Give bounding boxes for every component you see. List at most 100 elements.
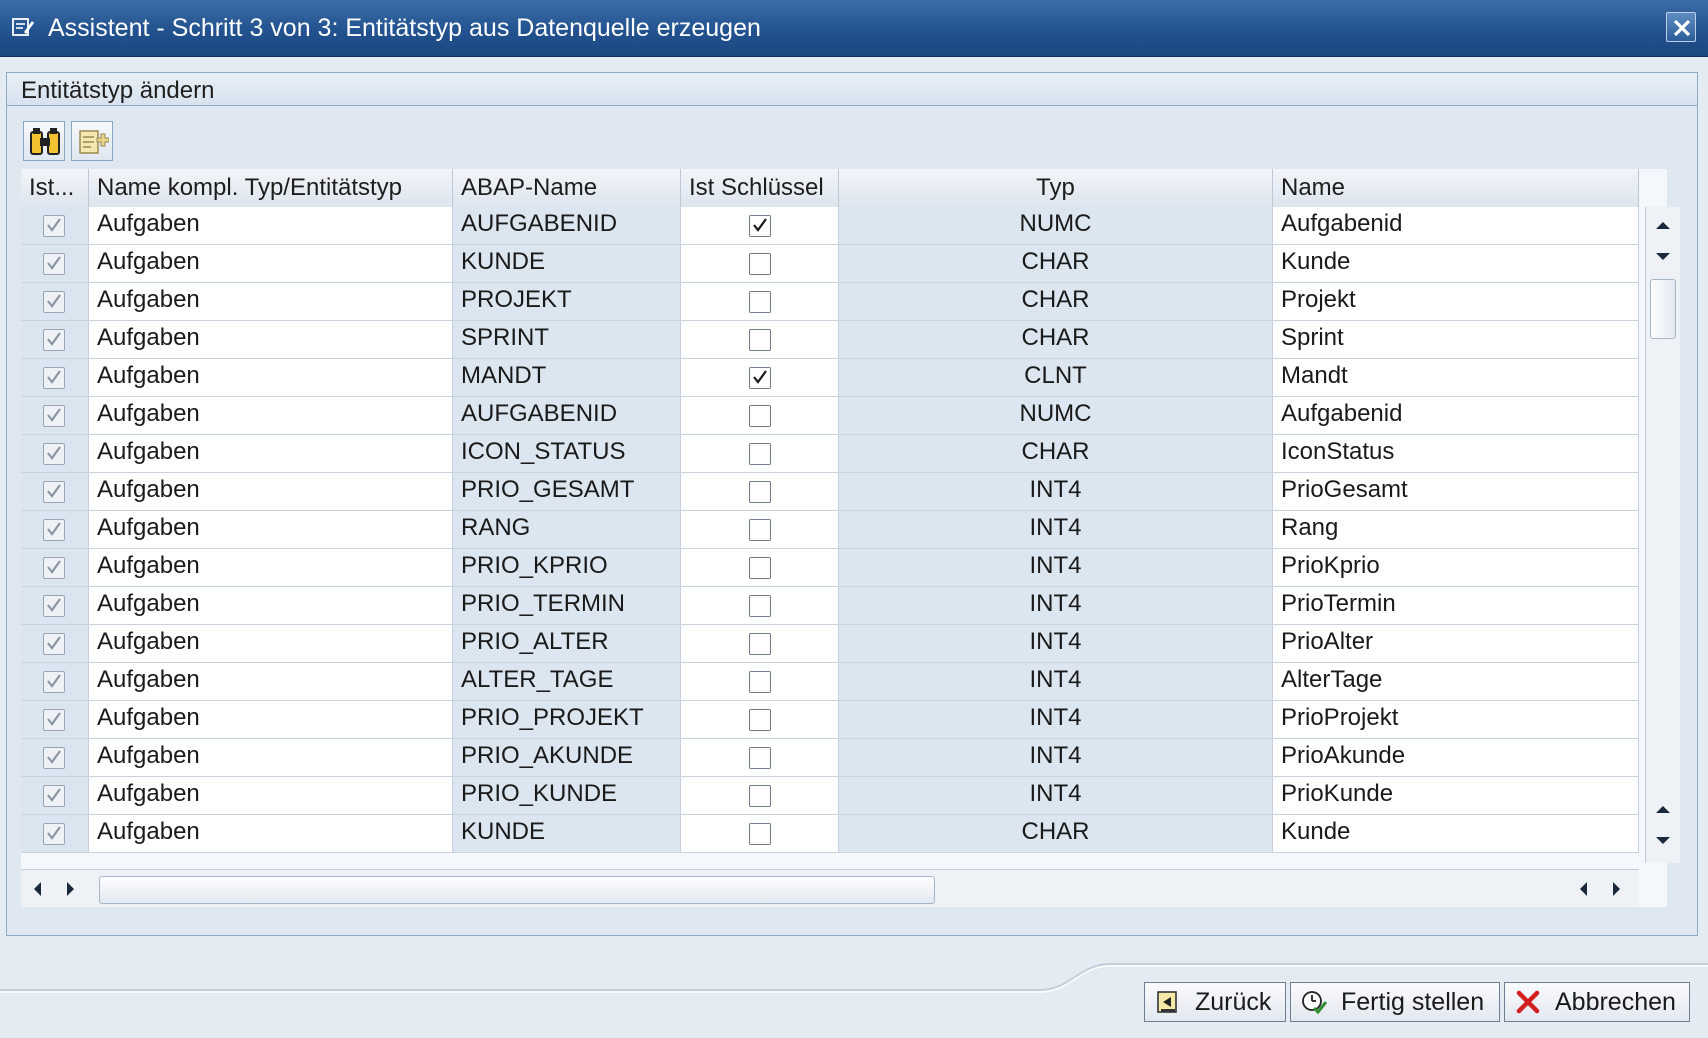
arrow-down-icon: [1656, 253, 1670, 260]
is-key-checkbox[interactable]: [749, 557, 771, 579]
table-row[interactable]: Aufgaben AUFGABENID NUMC Aufgabenid: [21, 397, 1639, 435]
scroll-down-button[interactable]: [1648, 243, 1678, 273]
is-key-checkbox[interactable]: [749, 671, 771, 693]
checkmark-icon: [47, 522, 61, 536]
table-row[interactable]: Aufgaben RANG INT4 Rang: [21, 511, 1639, 549]
table-row[interactable]: Aufgaben AUFGABENID NUMC Aufgabenid: [21, 207, 1639, 245]
checkmark-icon: [47, 598, 61, 612]
cell-type: NUMC: [839, 207, 1273, 244]
scroll-far-right-button[interactable]: [1603, 874, 1633, 904]
is-key-checkbox[interactable]: [749, 785, 771, 807]
checkmark-icon: [47, 826, 61, 840]
cell-entity-name: Aufgaben: [89, 511, 453, 548]
find-button[interactable]: [23, 121, 65, 161]
cell-entity-name: Aufgaben: [89, 397, 453, 434]
table-row[interactable]: Aufgaben PRIO_KPRIO INT4 PrioKprio: [21, 549, 1639, 587]
is-key-checkbox[interactable]: [749, 291, 771, 313]
entity-type-group: Entitätstyp ändern Ist... Name kompl. Ty…: [6, 72, 1698, 936]
arrow-left-icon: [1580, 882, 1587, 896]
cancel-button[interactable]: Abbrechen: [1504, 982, 1690, 1022]
ist-checkbox: [43, 481, 65, 503]
horizontal-scroll-thumb[interactable]: [99, 876, 935, 904]
scroll-page-down-button[interactable]: [1648, 827, 1678, 857]
is-key-checkbox[interactable]: [749, 633, 771, 655]
add-field-button[interactable]: [71, 121, 113, 161]
column-header-ist[interactable]: Ist...: [21, 169, 89, 207]
cell-ist: [21, 587, 89, 624]
close-icon: [1673, 19, 1691, 37]
table-row[interactable]: Aufgaben PROJEKT CHAR Projekt: [21, 283, 1639, 321]
cell-abap-name: RANG: [453, 511, 681, 548]
vertical-scroll-thumb[interactable]: [1650, 279, 1676, 339]
checkmark-icon: [47, 560, 61, 574]
cell-name: Rang: [1273, 511, 1639, 548]
column-header-type[interactable]: Typ: [839, 169, 1273, 207]
cell-is-key: [681, 587, 839, 624]
cell-name: Aufgabenid: [1273, 397, 1639, 434]
is-key-checkbox[interactable]: [749, 519, 771, 541]
cell-name: PrioGesamt: [1273, 473, 1639, 510]
table-row[interactable]: Aufgaben SPRINT CHAR Sprint: [21, 321, 1639, 359]
cell-type: INT4: [839, 587, 1273, 624]
cell-is-key: [681, 283, 839, 320]
cell-ist: [21, 397, 89, 434]
scroll-up-button[interactable]: [1648, 211, 1678, 241]
vertical-scrollbar[interactable]: [1645, 207, 1680, 863]
cell-is-key: [681, 245, 839, 282]
close-button[interactable]: [1666, 12, 1696, 42]
is-key-checkbox[interactable]: [749, 329, 771, 351]
is-key-checkbox[interactable]: [749, 823, 771, 845]
is-key-checkbox[interactable]: [749, 405, 771, 427]
cell-type: CHAR: [839, 321, 1273, 358]
arrow-right-icon: [1613, 882, 1620, 896]
table-row[interactable]: Aufgaben PRIO_AKUNDE INT4 PrioAkunde: [21, 739, 1639, 777]
is-key-checkbox[interactable]: [749, 443, 771, 465]
is-key-checkbox[interactable]: [749, 215, 771, 237]
column-header-abap-name[interactable]: ABAP-Name: [453, 169, 681, 207]
cell-type: INT4: [839, 739, 1273, 776]
table-header: Ist... Name kompl. Typ/Entitätstyp ABAP-…: [21, 169, 1639, 208]
scroll-page-up-button[interactable]: [1648, 795, 1678, 825]
cell-abap-name: AUFGABENID: [453, 207, 681, 244]
table-row[interactable]: Aufgaben KUNDE CHAR Kunde: [21, 245, 1639, 283]
cell-is-key: [681, 473, 839, 510]
horizontal-scrollbar[interactable]: [21, 869, 1639, 906]
column-header-entity-name[interactable]: Name kompl. Typ/Entitätstyp: [89, 169, 453, 207]
is-key-checkbox[interactable]: [749, 367, 771, 389]
finish-button[interactable]: Fertig stellen: [1290, 982, 1500, 1022]
table-row[interactable]: Aufgaben MANDT CLNT Mandt: [21, 359, 1639, 397]
cell-ist: [21, 663, 89, 700]
is-key-checkbox[interactable]: [749, 747, 771, 769]
is-key-checkbox[interactable]: [749, 595, 771, 617]
table-row[interactable]: Aufgaben PRIO_GESAMT INT4 PrioGesamt: [21, 473, 1639, 511]
is-key-checkbox[interactable]: [749, 481, 771, 503]
is-key-checkbox[interactable]: [749, 253, 771, 275]
back-button[interactable]: Zurück: [1144, 982, 1286, 1022]
cell-type: INT4: [839, 511, 1273, 548]
cell-entity-name: Aufgaben: [89, 625, 453, 662]
column-header-name[interactable]: Name: [1273, 169, 1639, 207]
back-icon: [1157, 991, 1177, 1013]
ist-checkbox: [43, 405, 65, 427]
table-row[interactable]: Aufgaben PRIO_KUNDE INT4 PrioKunde: [21, 777, 1639, 815]
cell-type: CLNT: [839, 359, 1273, 396]
cell-abap-name: PRIO_KPRIO: [453, 549, 681, 586]
cell-name: AlterTage: [1273, 663, 1639, 700]
table-row[interactable]: Aufgaben KUNDE CHAR Kunde: [21, 815, 1639, 853]
table-row[interactable]: Aufgaben ALTER_TAGE INT4 AlterTage: [21, 663, 1639, 701]
scroll-right-button[interactable]: [57, 874, 87, 904]
table-row[interactable]: Aufgaben PRIO_TERMIN INT4 PrioTermin: [21, 587, 1639, 625]
cell-abap-name: PRIO_KUNDE: [453, 777, 681, 814]
checkmark-icon: [753, 218, 767, 232]
scroll-left-button[interactable]: [23, 874, 53, 904]
table-row[interactable]: Aufgaben PRIO_PROJEKT INT4 PrioProjekt: [21, 701, 1639, 739]
column-header-is-key[interactable]: Ist Schlüssel: [681, 169, 839, 207]
table-row[interactable]: Aufgaben PRIO_ALTER INT4 PrioAlter: [21, 625, 1639, 663]
is-key-checkbox[interactable]: [749, 709, 771, 731]
cell-type: INT4: [839, 473, 1273, 510]
cell-entity-name: Aufgaben: [89, 321, 453, 358]
scroll-far-left-button[interactable]: [1569, 874, 1599, 904]
cell-entity-name: Aufgaben: [89, 701, 453, 738]
table-row[interactable]: Aufgaben ICON_STATUS CHAR IconStatus: [21, 435, 1639, 473]
cell-abap-name: PRIO_GESAMT: [453, 473, 681, 510]
